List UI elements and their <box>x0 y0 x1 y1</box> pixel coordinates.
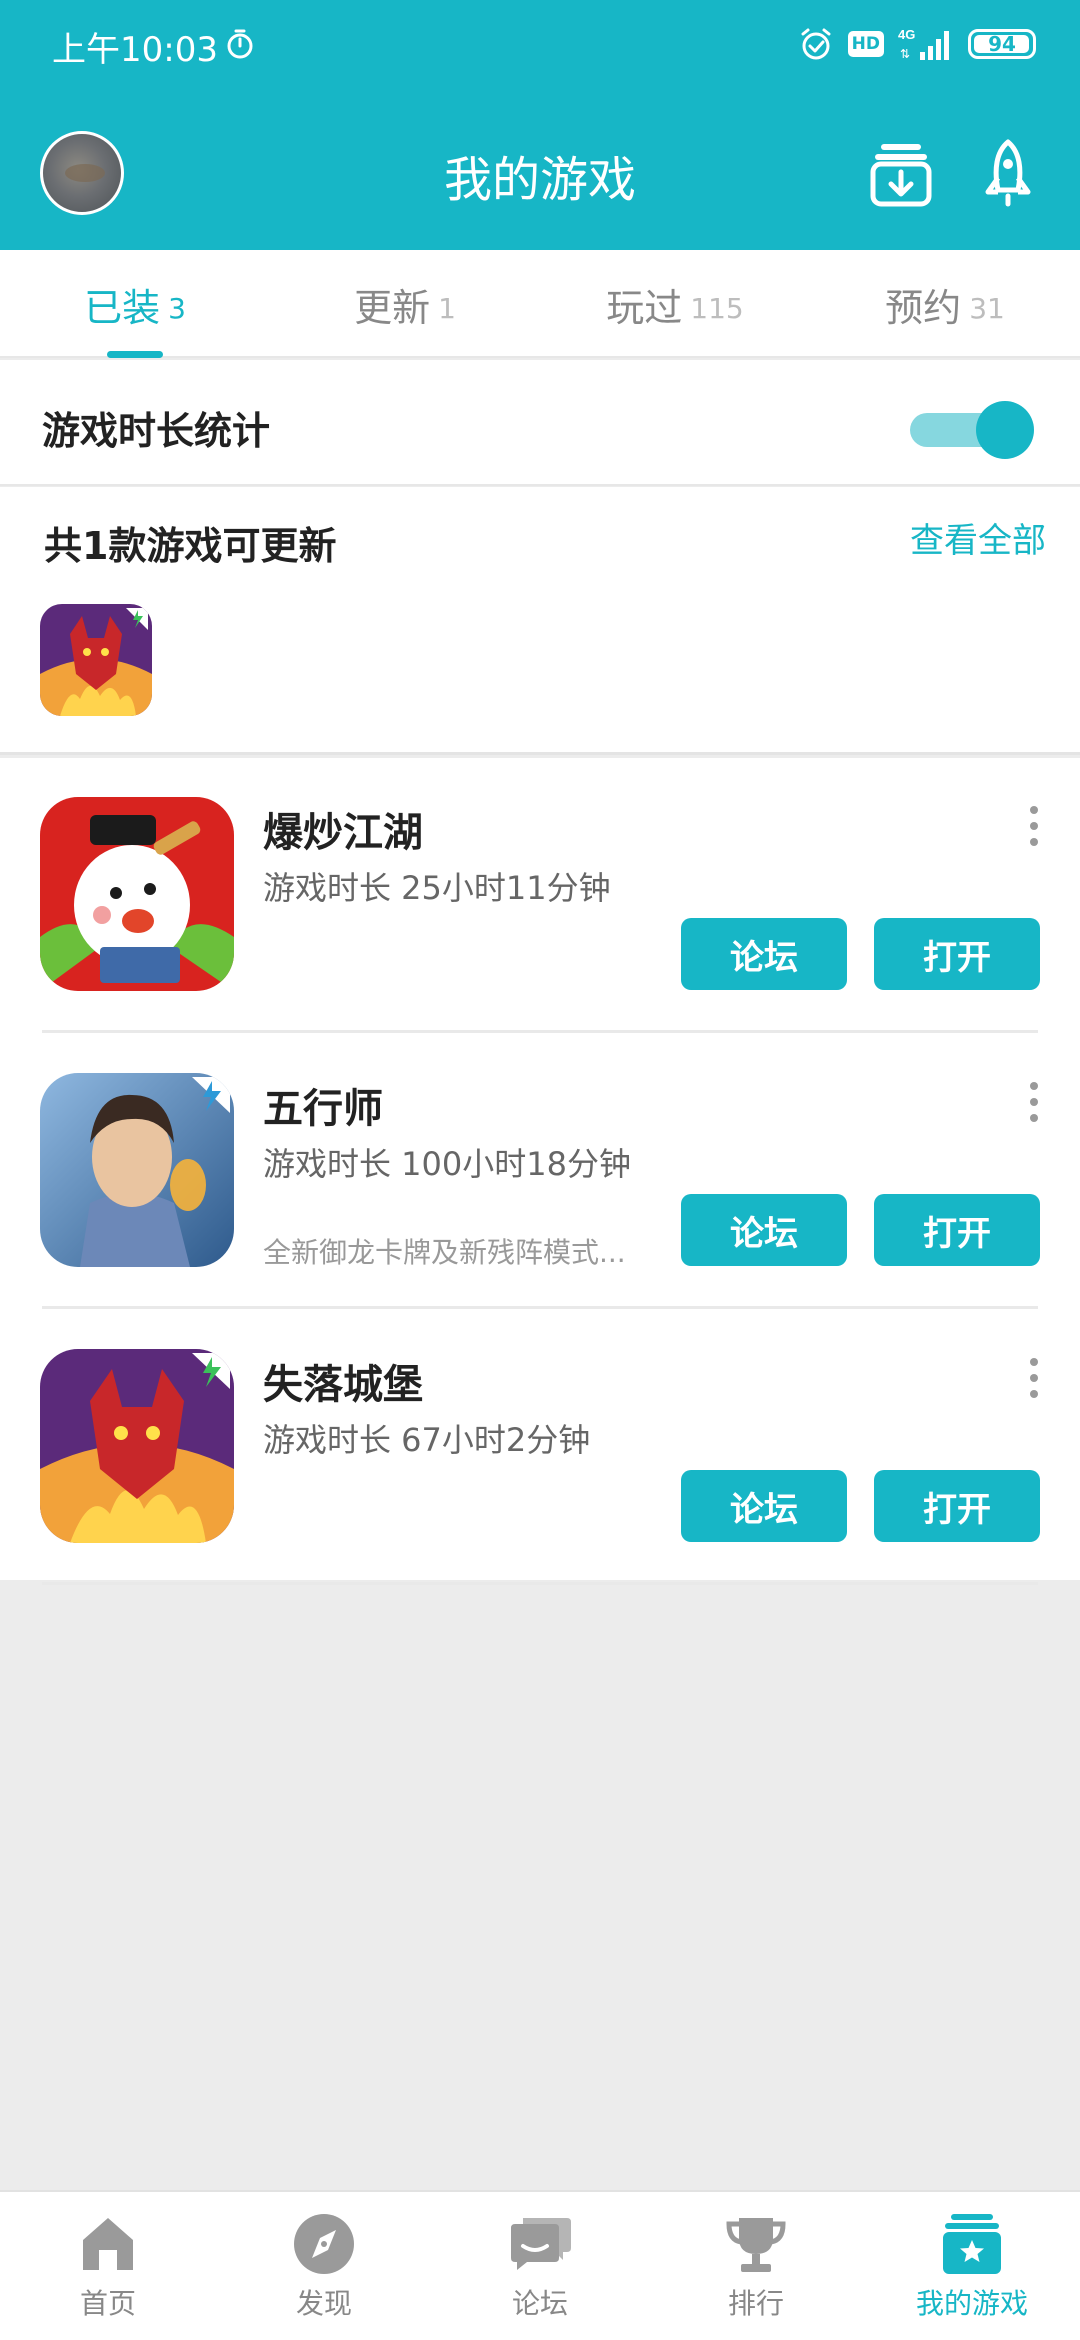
nav-discover[interactable]: 发现 <box>216 2192 432 2340</box>
svg-text:⇅: ⇅ <box>900 47 910 61</box>
update-section: 共1款游戏可更新 查看全部 <box>0 487 1080 755</box>
alarm-icon <box>801 28 831 60</box>
nav-label: 首页 <box>79 2287 136 2320</box>
nav-label: 我的游戏 <box>915 2287 1028 2320</box>
tab-count: 115 <box>690 291 744 325</box>
tab-bar: 已装 3 更新 1 玩过 115 预约 31 <box>0 250 1080 358</box>
trophy-icon <box>726 2218 786 2272</box>
hd-badge: HD <box>847 31 884 57</box>
app-header: 上午10:03 HD 4G ⇅ 94 我的游戏 <box>0 0 1080 250</box>
view-all-link[interactable]: 查看全部 <box>910 513 1046 562</box>
game-playtime: 游戏时长 67小时2分钟 <box>263 1421 591 1459</box>
tab-updates[interactable]: 更新 1 <box>270 250 540 358</box>
playtime-stats-row: 游戏时长统计 <box>0 360 1080 486</box>
battery-level: 94 <box>988 32 1016 56</box>
more-options-icon[interactable] <box>1024 1080 1044 1124</box>
battery-icon: 94 <box>968 29 1036 59</box>
nav-label: 发现 <box>295 2287 352 2320</box>
nav-label: 排行 <box>727 2287 784 2320</box>
game-name: 爆炒江湖 <box>263 810 423 856</box>
home-icon <box>83 2218 133 2270</box>
status-time: 上午10:03 <box>52 30 218 70</box>
game-name: 五行师 <box>263 1086 383 1132</box>
installed-games-list: 爆炒江湖 游戏时长 25小时11分钟 论坛 打开 五行师 游戏时长 100小时1… <box>0 758 1080 1585</box>
tab-active-indicator <box>107 351 163 358</box>
lost-castle-update-icon[interactable] <box>40 604 152 716</box>
nav-forum[interactable]: 论坛 <box>432 2192 648 2340</box>
rocket-icon[interactable] <box>976 138 1040 208</box>
game-playtime: 游戏时长 25小时11分钟 <box>263 869 611 907</box>
nav-home[interactable]: 首页 <box>0 2192 216 2340</box>
status-indicators: HD 4G ⇅ 94 <box>798 24 1036 64</box>
game-name: 失落城堡 <box>263 1362 423 1408</box>
download-manager-icon[interactable] <box>869 138 933 208</box>
game-update-note: 全新御龙卡牌及新残阵模式... <box>263 1236 626 1269</box>
game-playtime: 游戏时长 100小时18分钟 <box>263 1145 631 1183</box>
my-games-icon <box>943 2214 1001 2274</box>
game-item[interactable]: 爆炒江湖 游戏时长 25小时11分钟 论坛 打开 <box>0 758 1080 1033</box>
playtime-stats-label: 游戏时长统计 <box>42 409 271 453</box>
tab-count: 1 <box>438 291 456 325</box>
forum-button[interactable]: 论坛 <box>681 1194 847 1266</box>
playtime-stats-toggle[interactable] <box>910 401 1034 459</box>
status-bar: 上午10:03 HD 4G ⇅ 94 <box>0 0 1080 95</box>
open-button[interactable]: 打开 <box>874 1470 1040 1542</box>
tab-played[interactable]: 玩过 115 <box>540 250 810 358</box>
nav-label: 论坛 <box>511 2287 568 2320</box>
more-options-icon[interactable] <box>1024 1356 1044 1400</box>
nav-ranking[interactable]: 排行 <box>648 2192 864 2340</box>
divider <box>42 1030 1038 1033</box>
divider <box>42 1582 1038 1585</box>
update-count-title: 共1款游戏可更新 <box>44 524 337 568</box>
forum-button[interactable]: 论坛 <box>681 918 847 990</box>
forum-button[interactable]: 论坛 <box>681 1470 847 1542</box>
compass-icon <box>294 2214 354 2274</box>
baochao-jianghu-icon <box>40 797 234 991</box>
tab-count: 3 <box>168 291 186 325</box>
network-label: 4G <box>898 27 915 42</box>
lost-castle-icon <box>40 1349 234 1543</box>
timer-icon <box>227 29 253 59</box>
tab-label: 更新 <box>354 285 431 330</box>
tab-count: 31 <box>969 291 1005 325</box>
tab-label: 玩过 <box>606 285 683 330</box>
open-button[interactable]: 打开 <box>874 1194 1040 1266</box>
divider <box>42 1306 1038 1309</box>
open-button[interactable]: 打开 <box>874 918 1040 990</box>
more-options-icon[interactable] <box>1024 804 1044 848</box>
bottom-nav: 首页 发现 论坛 排行 我的游戏 <box>0 2190 1080 2340</box>
wuxingshi-icon <box>40 1073 234 1267</box>
tab-label: 已装 <box>84 285 161 330</box>
chat-icon <box>511 2218 571 2270</box>
game-item[interactable]: 五行师 游戏时长 100小时18分钟 全新御龙卡牌及新残阵模式... 论坛 打开 <box>0 1034 1080 1309</box>
tab-label: 预约 <box>885 285 962 330</box>
nav-my-games[interactable]: 我的游戏 <box>864 2192 1080 2340</box>
tab-reserved[interactable]: 预约 31 <box>810 250 1080 358</box>
tab-installed[interactable]: 已装 3 <box>0 250 270 358</box>
signal-icon: 4G ⇅ <box>898 27 949 61</box>
toggle-knob <box>976 401 1034 459</box>
game-item[interactable]: 失落城堡 游戏时长 67小时2分钟 论坛 打开 <box>0 1310 1080 1585</box>
